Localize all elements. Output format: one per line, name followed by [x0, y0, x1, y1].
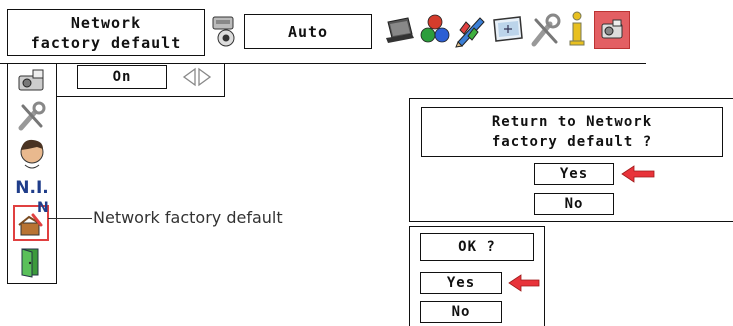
left-right-arrows-icon[interactable]	[180, 66, 214, 88]
ok-yes-button[interactable]: Yes	[420, 272, 502, 294]
return-question-line1: Return to Network	[491, 114, 653, 130]
network-info-icon[interactable]: N.I.	[13, 175, 51, 201]
return-yes-button[interactable]: Yes	[534, 163, 614, 185]
ok-yes-label: Yes	[446, 275, 476, 291]
wrench-icon[interactable]	[528, 12, 562, 48]
callout-label: Network factory default	[93, 208, 283, 227]
color-balls-icon[interactable]	[418, 12, 452, 48]
person-icon[interactable]	[15, 137, 49, 171]
ok-no-label: No	[451, 304, 471, 320]
ok-no-button[interactable]: No	[420, 301, 502, 323]
screen-icon[interactable]	[490, 12, 526, 48]
info-icon[interactable]	[565, 10, 589, 48]
callout-line	[48, 218, 92, 219]
exit-door-icon[interactable]	[17, 246, 45, 278]
return-no-button[interactable]: No	[534, 193, 614, 215]
mode-value: Auto	[287, 22, 329, 41]
menu-title-box: Network factory default	[7, 9, 205, 56]
ok-question: OK ?	[458, 239, 496, 255]
return-pointer-arrow-icon	[620, 164, 656, 184]
return-question-box: Return to Network factory default ?	[421, 107, 723, 157]
on-off-value: On	[112, 69, 132, 85]
network-projector-icon[interactable]	[594, 11, 630, 49]
network-info-label: N.I.	[15, 178, 49, 198]
return-no-label: No	[564, 196, 584, 212]
projector-settings-icon[interactable]	[210, 14, 238, 48]
return-question-line2: factory default ?	[491, 134, 653, 150]
menu-title-line1: Network	[70, 13, 142, 32]
sidebar-wrench-icon[interactable]	[15, 100, 49, 132]
return-yes-label: Yes	[559, 166, 589, 182]
laptop-icon[interactable]	[382, 14, 416, 48]
network-settings-icon[interactable]	[15, 66, 49, 98]
network-factory-default-icon[interactable]: N	[13, 200, 49, 241]
mode-select-field[interactable]: Auto	[244, 14, 372, 49]
menu-title-line2: factory default	[30, 33, 182, 52]
ok-pointer-arrow-icon	[507, 273, 541, 293]
network-badge-letter: N	[37, 200, 49, 216]
on-off-value-field[interactable]: On	[77, 65, 167, 89]
ok-question-box: OK ?	[420, 233, 534, 261]
color-pencil-icon[interactable]	[454, 12, 488, 48]
